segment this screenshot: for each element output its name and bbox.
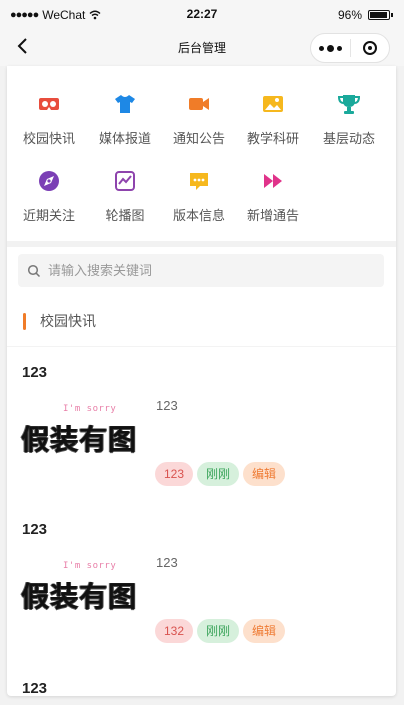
news-item-title: 123 <box>22 364 48 381</box>
fast-forward-icon <box>264 174 282 188</box>
section-header: 校园快讯 <box>23 311 96 331</box>
explore-icon <box>39 171 59 191</box>
battery-group: 96% <box>337 8 393 22</box>
view-count-tag: 132 <box>155 619 194 643</box>
vr-glasses-icon <box>39 98 59 110</box>
trophy-icon <box>337 95 361 114</box>
time-tag: 刚刚 <box>197 462 240 486</box>
tshirt-icon <box>115 95 135 113</box>
dot-icon <box>326 44 334 52</box>
main-card: 校园快讯 媒体报道 通知公告 教学科研 基层动态 近期关注 轮播图 版本信息 新… <box>7 66 396 696</box>
news-item-content: 123 <box>156 398 178 413</box>
thumbnail-small-text: I'm sorry <box>63 404 117 414</box>
search-icon <box>27 264 41 277</box>
section-divider <box>7 241 396 247</box>
mini-program-capsule <box>310 33 390 63</box>
picture-icon <box>263 96 283 112</box>
news-item-title: 123 <box>22 680 48 696</box>
grid-item-label: 通知公告 <box>172 131 225 146</box>
grid-item-label: 教学科研 <box>246 131 299 146</box>
grid-item-carousel[interactable]: 轮播图 <box>85 170 165 224</box>
thumbnail-big-text: 假装有图 <box>21 580 138 613</box>
grid-item-version-info[interactable]: 版本信息 <box>159 170 239 224</box>
edit-button[interactable]: 编辑 <box>243 462 286 486</box>
navigation-bar: 后台管理 <box>0 30 404 66</box>
status-bar: ●●●●● WeChat 22:27 96% <box>0 0 404 30</box>
grid-item-grassroots[interactable]: 基层动态 <box>309 93 389 147</box>
news-item-tags: 132 刚刚 编辑 <box>155 619 286 643</box>
more-menu-button[interactable] <box>311 44 350 52</box>
video-camera-icon <box>189 98 209 110</box>
thumbnail-big-text: 假装有图 <box>21 423 138 456</box>
search-input[interactable] <box>46 262 370 279</box>
grid-item-label: 基层动态 <box>322 131 375 146</box>
grid-item-label: 轮播图 <box>105 208 145 223</box>
grid-item-label: 校园快讯 <box>22 131 75 146</box>
news-item-thumbnail: I'm sorry 假装有图 <box>21 549 147 619</box>
grid-item-recent-focus[interactable]: 近期关注 <box>9 170 89 224</box>
grid-item-notice[interactable]: 通知公告 <box>159 93 239 147</box>
dot-icon <box>318 45 324 51</box>
time-tag: 刚刚 <box>197 619 240 643</box>
grid-item-label: 媒体报道 <box>98 131 151 146</box>
chart-frame-icon <box>115 171 135 191</box>
news-item-tags: 123 刚刚 编辑 <box>155 462 286 486</box>
news-item-title: 123 <box>22 521 48 538</box>
grid-item-add-notice[interactable]: 新增通告 <box>233 170 313 224</box>
grid-item-label: 新增通告 <box>246 208 299 223</box>
grid-item-media-report[interactable]: 媒体报道 <box>85 93 165 147</box>
edit-button[interactable]: 编辑 <box>243 619 286 643</box>
battery-icon <box>368 10 393 20</box>
section-title: 校园快讯 <box>40 313 96 329</box>
grid-item-label: 近期关注 <box>22 208 75 223</box>
section-separator <box>7 346 396 347</box>
view-count-tag: 123 <box>155 462 194 486</box>
grid-item-campus-news[interactable]: 校园快讯 <box>9 93 89 147</box>
thumbnail-small-text: I'm sorry <box>63 561 117 571</box>
news-item-content: 123 <box>156 555 178 570</box>
dot-icon <box>336 45 342 51</box>
target-close-icon <box>362 41 377 55</box>
search-box[interactable] <box>18 254 384 287</box>
grid-item-teaching-research[interactable]: 教学科研 <box>233 93 313 147</box>
news-item-thumbnail: I'm sorry 假装有图 <box>21 392 147 462</box>
message-icon <box>190 173 208 190</box>
grid-item-label: 版本信息 <box>172 208 225 223</box>
battery-percent: 96% <box>337 8 362 22</box>
close-mini-program-button[interactable] <box>351 41 390 55</box>
section-accent-bar <box>23 312 26 330</box>
